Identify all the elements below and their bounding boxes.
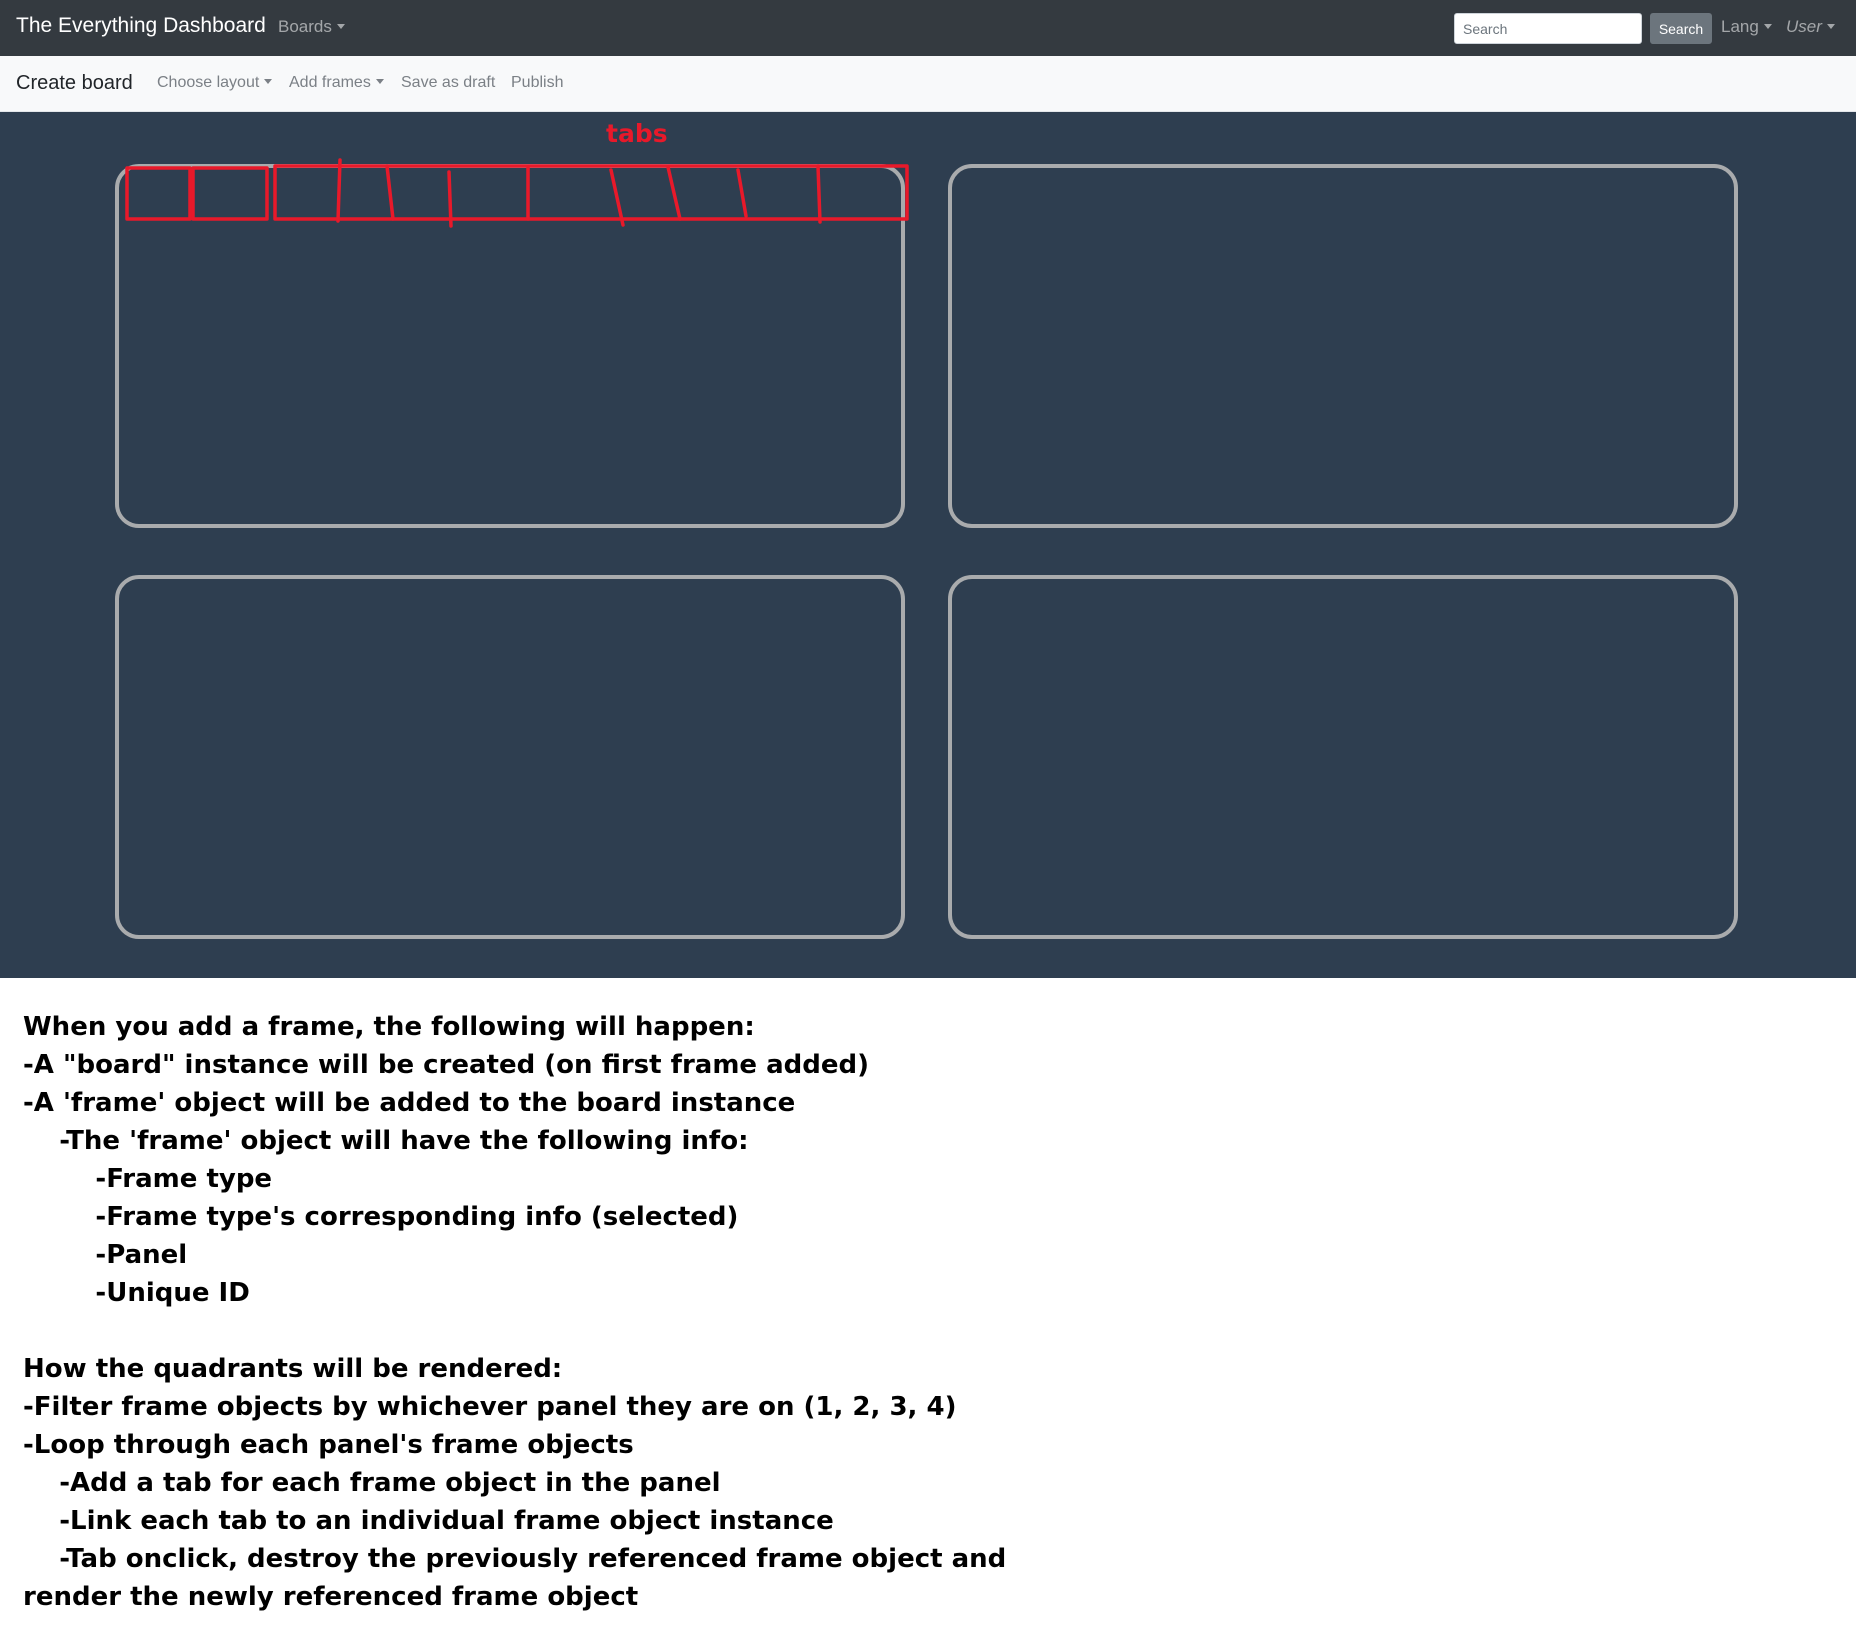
note-line: -A "board" instance will be created (on … bbox=[23, 1050, 869, 1080]
note-line: -Filter frame objects by whichever panel… bbox=[23, 1392, 957, 1422]
note-line: -Unique ID bbox=[23, 1278, 250, 1308]
note-line: -Link each tab to an individual frame ob… bbox=[23, 1506, 834, 1536]
add-frames-label: Add frames bbox=[289, 74, 371, 91]
panel-1 bbox=[115, 164, 905, 528]
user-dropdown-label: User bbox=[1786, 17, 1822, 36]
user-dropdown[interactable]: User bbox=[1786, 17, 1835, 37]
top-navbar: The Everything Dashboard Boards Search L… bbox=[0, 0, 1856, 56]
panel-3 bbox=[115, 575, 905, 939]
note-line: -Frame type's corresponding info (select… bbox=[23, 1202, 739, 1232]
note-line: -Frame type bbox=[23, 1164, 273, 1194]
board-canvas: tabs bbox=[0, 112, 1856, 978]
note-line: -Add a tab for each frame object in the … bbox=[23, 1468, 721, 1498]
lang-dropdown[interactable]: Lang bbox=[1721, 17, 1772, 37]
note-line: render the newly referenced frame object bbox=[23, 1582, 639, 1612]
boards-dropdown[interactable]: Boards bbox=[278, 17, 345, 37]
panel-4 bbox=[948, 575, 1738, 939]
note-line: -Loop through each panel's frame objects bbox=[23, 1430, 634, 1460]
tabs-annotation-label: tabs bbox=[606, 119, 668, 148]
note-line: -A 'frame' object will be added to the b… bbox=[23, 1088, 796, 1118]
note-line bbox=[23, 1312, 1523, 1350]
panel-2 bbox=[948, 164, 1738, 528]
add-frames-dropdown[interactable]: Add frames bbox=[289, 74, 384, 92]
chevron-down-icon bbox=[336, 24, 345, 29]
note-line: When you add a frame, the following will… bbox=[23, 1012, 755, 1042]
boards-dropdown-label: Boards bbox=[278, 17, 332, 36]
search-input[interactable] bbox=[1454, 13, 1642, 44]
note-line: -Panel bbox=[23, 1240, 188, 1270]
chevron-down-icon bbox=[264, 79, 273, 84]
chevron-down-icon bbox=[375, 79, 384, 84]
note-line: -The 'frame' object will have the follow… bbox=[23, 1126, 749, 1156]
board-toolbar: Create board Choose layout Add frames Sa… bbox=[0, 56, 1856, 112]
note-line: -Tab onclick, destroy the previously ref… bbox=[23, 1544, 1007, 1574]
lang-dropdown-label: Lang bbox=[1721, 17, 1759, 36]
chevron-down-icon bbox=[1763, 24, 1772, 29]
toolbar-title[interactable]: Create board bbox=[16, 72, 133, 95]
save-as-draft-link[interactable]: Save as draft bbox=[401, 74, 495, 92]
brand-title[interactable]: The Everything Dashboard bbox=[16, 14, 266, 38]
implementation-notes: When you add a frame, the following will… bbox=[23, 1008, 1523, 1616]
choose-layout-dropdown[interactable]: Choose layout bbox=[157, 74, 273, 92]
publish-link[interactable]: Publish bbox=[511, 74, 563, 92]
search-button[interactable]: Search bbox=[1650, 13, 1712, 44]
choose-layout-label: Choose layout bbox=[157, 74, 260, 91]
note-line: How the quadrants will be rendered: bbox=[23, 1354, 563, 1384]
chevron-down-icon bbox=[1826, 24, 1835, 29]
